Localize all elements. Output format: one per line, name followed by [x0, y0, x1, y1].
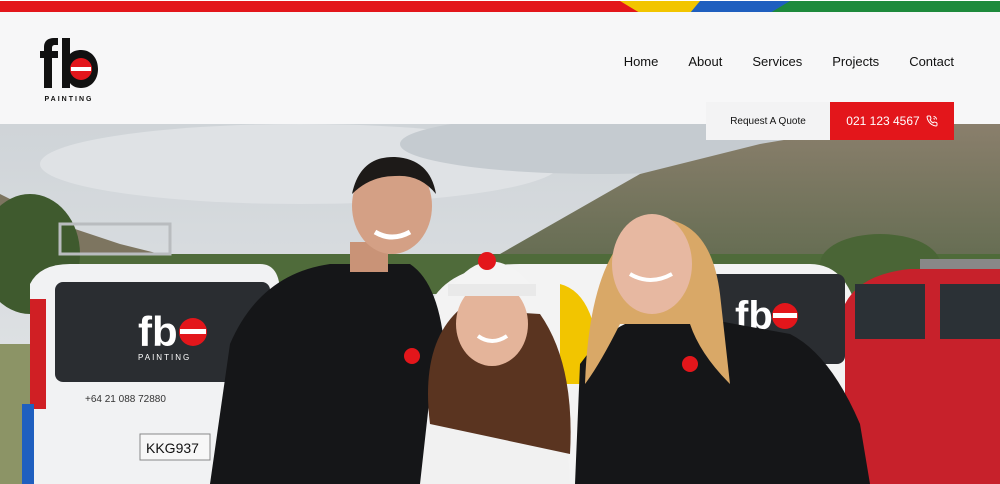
brand-color-stripe	[0, 0, 1000, 13]
nav-contact[interactable]: Contact	[909, 54, 954, 69]
request-quote-label: Request A Quote	[730, 115, 806, 127]
logo-subtext: PAINTING	[44, 96, 94, 103]
hero-team-photo: fb PAINTING +64 21 088 72880 KKG937 fb	[0, 124, 1000, 484]
phone-icon	[926, 115, 938, 127]
request-quote-button[interactable]: Request A Quote	[706, 102, 830, 140]
site-logo[interactable]: PAINTING	[38, 38, 102, 108]
nav-services[interactable]: Services	[752, 54, 802, 69]
main-nav: Home About Services Projects Contact	[624, 54, 954, 69]
nav-about[interactable]: About	[688, 54, 722, 69]
logo-mark	[40, 38, 98, 88]
svg-text:fb: fb	[138, 308, 178, 355]
nav-home[interactable]: Home	[624, 54, 659, 69]
phone-number-label: 021 123 4567	[846, 114, 920, 128]
nav-projects[interactable]: Projects	[832, 54, 879, 69]
van-phone-number: +64 21 088 72880	[85, 394, 166, 405]
phone-call-button[interactable]: 021 123 4567	[830, 102, 954, 140]
truck-right	[845, 259, 1000, 484]
van-plate-left: KKG937	[146, 440, 199, 456]
svg-text:PAINTING: PAINTING	[138, 353, 191, 362]
